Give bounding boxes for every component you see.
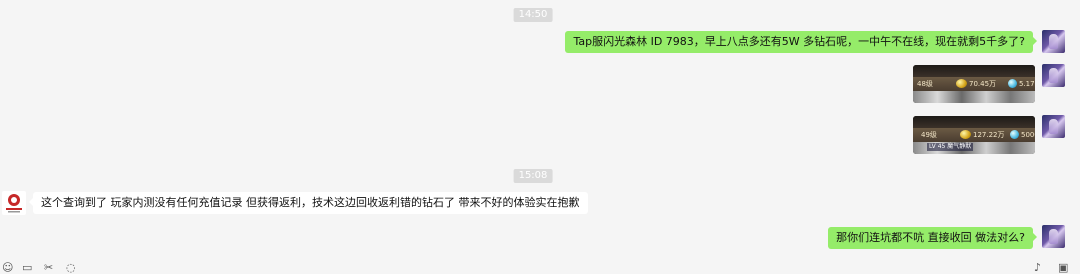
gold-coin-icon — [956, 79, 967, 88]
video-call-icon[interactable]: ▣ — [1058, 262, 1068, 274]
chat-message-area: 14:50 Tap服闪光森林 ID 7983，早上八点多还有5W 多钻石呢，一中… — [0, 0, 1080, 260]
gold-coin-icon — [960, 130, 971, 139]
game-stats-bar: 48级 70.45万 5.17 — [913, 77, 1035, 91]
diamond-icon — [1010, 130, 1019, 139]
diamond-icon — [1008, 79, 1017, 88]
player-level: 49级 — [921, 131, 937, 139]
message-bubble-sent[interactable]: 那你们连坑都不吭 直接收回 做法对么? — [828, 227, 1037, 249]
character-tag: LV 45 魔气静默 — [927, 143, 974, 151]
folder-icon[interactable]: ▭ — [22, 262, 32, 274]
game-header — [913, 65, 1035, 77]
emoji-icon[interactable]: ☺ — [2, 262, 13, 274]
my-avatar[interactable] — [1042, 115, 1065, 138]
microphone-icon[interactable]: ♪ — [1034, 262, 1041, 274]
timestamp: 14:50 — [513, 8, 553, 22]
my-avatar[interactable] — [1042, 64, 1065, 87]
message-bubble-received[interactable]: 这个查询到了 玩家内测没有任何充值记录 但获得返利，技术这边回收返利错的钻石了 … — [29, 192, 588, 214]
chat-history-icon[interactable]: ◌ — [66, 262, 76, 274]
gold-amount: 70.45万 — [969, 80, 997, 88]
diamond-amount: 5000 — [1021, 131, 1035, 139]
support-avatar[interactable] — [2, 191, 26, 215]
screenshot-image[interactable]: 48级 70.45万 5.17 — [913, 65, 1035, 103]
my-avatar[interactable] — [1042, 225, 1065, 248]
gold-amount: 127.22万 — [973, 131, 1005, 139]
screenshot-image[interactable]: 49级 127.22万 5000 LV 45 魔气静默 — [913, 116, 1035, 154]
support-logo-icon — [6, 194, 22, 213]
timestamp: 15:08 — [513, 169, 553, 183]
diamond-amount: 5.17 — [1019, 80, 1035, 88]
message-bubble-sent[interactable]: Tap服闪光森林 ID 7983，早上八点多还有5W 多钻石呢，一中午不在线，现… — [565, 31, 1037, 53]
input-toolbar: ☺ ▭ ✂ ◌ ♪ ▣ — [0, 260, 1080, 274]
game-scene — [913, 91, 1035, 103]
my-avatar[interactable] — [1042, 30, 1065, 53]
player-level: 48级 — [917, 80, 933, 88]
scissors-icon[interactable]: ✂ — [44, 262, 53, 274]
game-stats-bar: 49级 127.22万 5000 — [913, 128, 1035, 142]
game-header — [913, 116, 1035, 128]
